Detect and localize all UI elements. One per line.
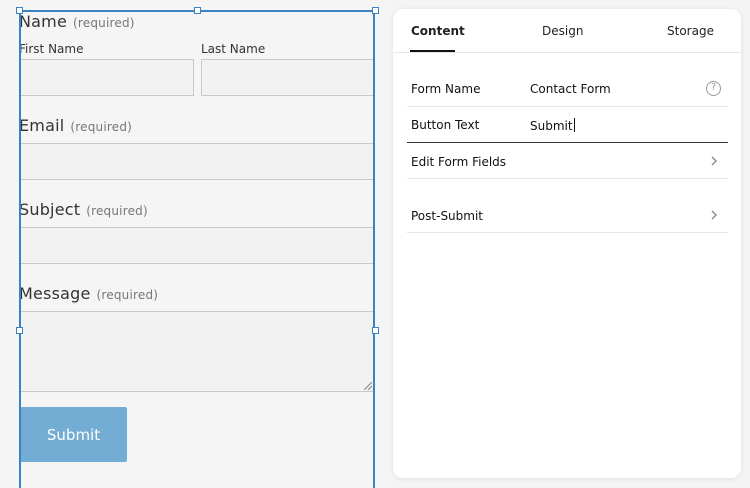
form-name-label: Form Name	[411, 82, 481, 96]
button-text-input[interactable]: Submit	[530, 118, 575, 133]
text-caret	[573, 118, 575, 132]
resize-handle-top-center[interactable]	[194, 7, 201, 14]
button-text-value: Submit	[530, 119, 573, 133]
form-settings-panel: Content Design Storage Form Name Contact…	[393, 9, 741, 478]
resize-handle-top-left[interactable]	[16, 7, 23, 14]
chevron-right-icon	[711, 156, 717, 166]
edit-form-fields-row[interactable]: Edit Form Fields	[407, 143, 728, 179]
form-preview[interactable]: Name (required) First Name Last Name Emai…	[0, 0, 392, 488]
chevron-right-icon	[711, 210, 717, 220]
edit-form-fields-label: Edit Form Fields	[411, 155, 507, 169]
form-name-row[interactable]: Form Name Contact Form ?	[407, 71, 728, 107]
tab-content[interactable]: Content	[411, 24, 465, 38]
button-text-label: Button Text	[411, 118, 480, 132]
panel-tabs: Content Design Storage	[393, 9, 741, 53]
resize-handle-middle-left[interactable]	[16, 327, 23, 334]
resize-handle-top-right[interactable]	[372, 7, 379, 14]
resize-handle-middle-right[interactable]	[372, 327, 379, 334]
active-tab-indicator	[410, 50, 455, 52]
post-submit-row[interactable]: Post-Submit	[407, 179, 728, 233]
question-circle-icon[interactable]: ?	[706, 81, 721, 96]
button-text-row[interactable]: Button Text Submit	[407, 107, 728, 143]
post-submit-label: Post-Submit	[411, 209, 484, 223]
tab-storage[interactable]: Storage	[667, 24, 714, 38]
tab-design[interactable]: Design	[542, 24, 583, 38]
form-name-value[interactable]: Contact Form	[530, 82, 611, 96]
block-selection-outline	[19, 10, 375, 488]
